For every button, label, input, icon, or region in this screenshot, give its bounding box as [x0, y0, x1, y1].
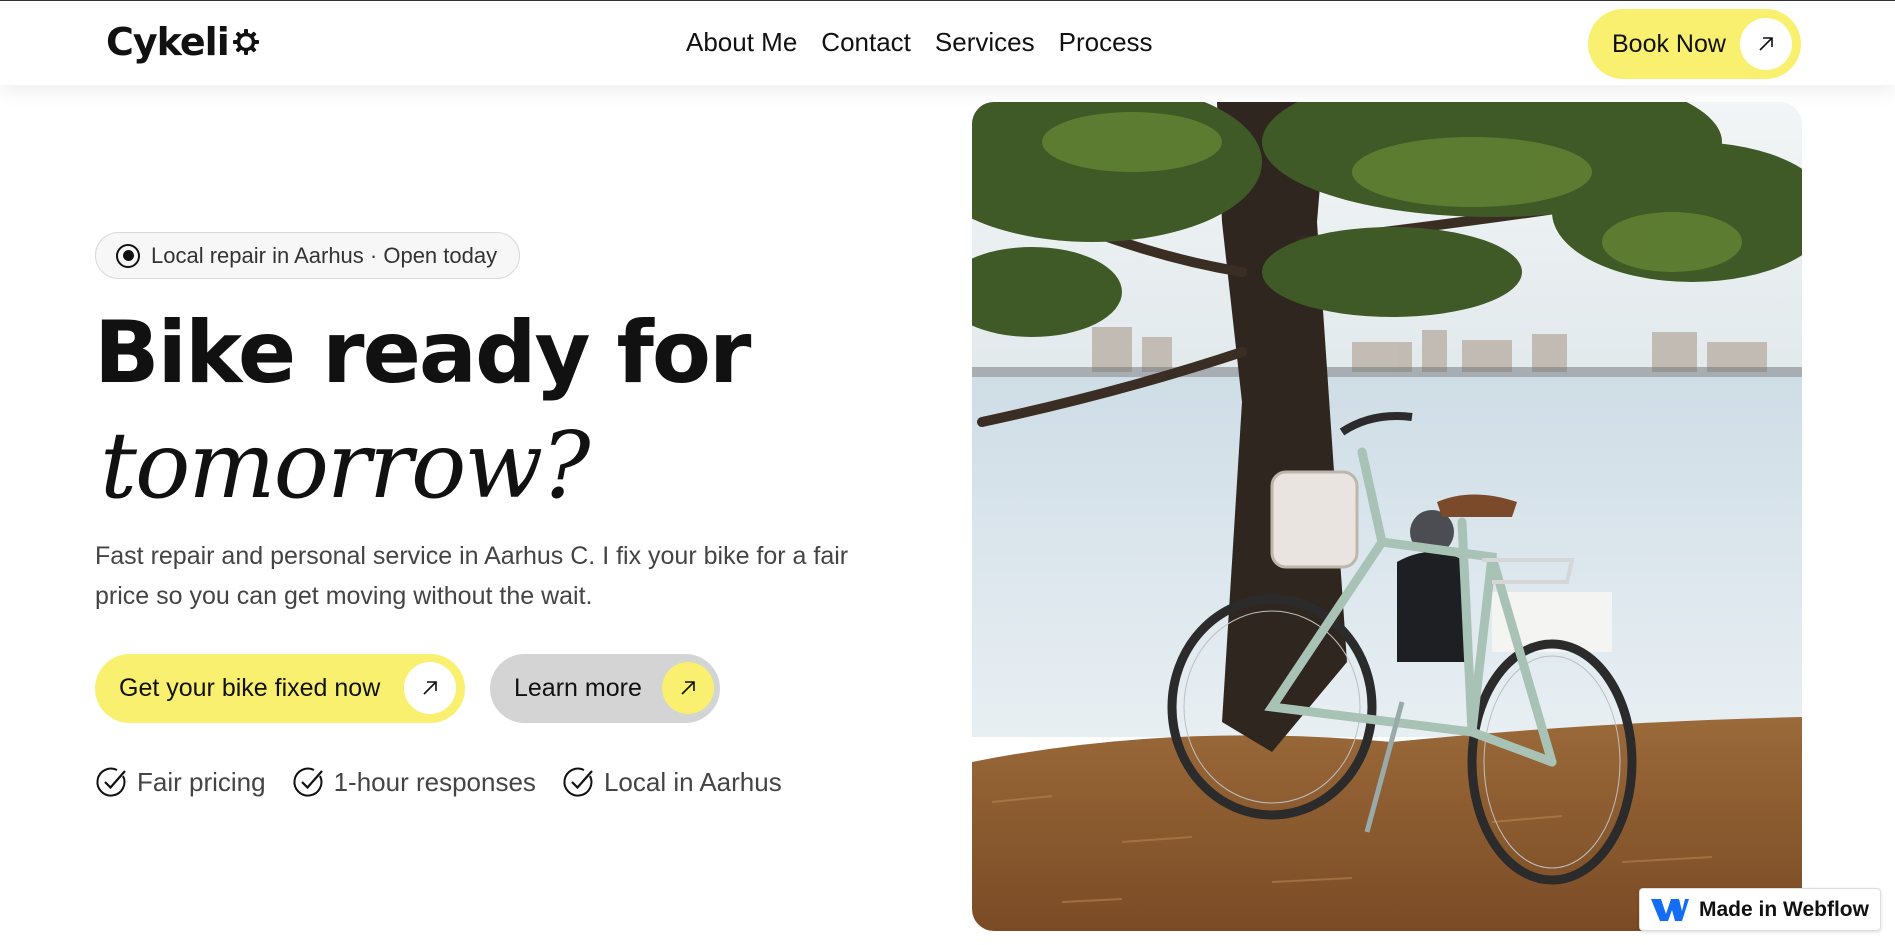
nav-contact[interactable]: Contact [821, 27, 911, 58]
learn-more-label: Learn more [514, 674, 642, 702]
feature-label: Fair pricing [137, 766, 266, 797]
webflow-logo-icon [1651, 898, 1689, 921]
feature-list: Fair pricing 1-hour responses Local in A… [95, 765, 782, 799]
main-nav: About Me Contact Services Process [686, 27, 1153, 58]
feature-label: Local in Aarhus [603, 766, 782, 797]
learn-more-button[interactable]: Learn more [490, 654, 720, 723]
made-in-webflow-badge[interactable]: Made in Webflow [1639, 888, 1881, 931]
hero-image [972, 102, 1802, 931]
hero-description: Fast repair and personal service in Aarh… [95, 542, 849, 610]
feature-label: 1-hour responses [333, 766, 536, 797]
check-circle-icon [293, 767, 323, 797]
gear-icon [232, 29, 259, 55]
arrow-up-right-icon [662, 662, 714, 714]
get-bike-fixed-label: Get your bike fixed now [119, 674, 381, 702]
logo-text: Cykeli [106, 20, 230, 64]
status-pill: Local repair in Aarhus · Open today [95, 232, 520, 279]
nav-process[interactable]: Process [1059, 27, 1153, 58]
feature-item: Local in Aarhus [562, 765, 782, 799]
nav-about-me[interactable]: About Me [686, 27, 797, 58]
logo[interactable]: Cykeli [106, 20, 260, 64]
hero-title-line1: Bike ready for [94, 303, 751, 403]
book-now-button[interactable]: Book Now [1588, 9, 1801, 79]
check-circle-icon [96, 767, 126, 797]
status-pill-text: Local repair in Aarhus · Open today [151, 242, 498, 268]
get-bike-fixed-button[interactable]: Get your bike fixed now [95, 654, 465, 723]
feature-item: 1-hour responses [292, 765, 536, 799]
feature-item: Fair pricing [95, 765, 266, 799]
hero-title-line2: tomorrow? [100, 412, 590, 519]
arrow-up-right-icon [1740, 18, 1792, 70]
nav-services[interactable]: Services [935, 27, 1035, 58]
arrow-up-right-icon [404, 662, 456, 714]
radio-icon [116, 243, 140, 268]
check-circle-icon [563, 767, 593, 797]
site-header: Cykeli About Me Contact Services Process… [0, 1, 1895, 85]
badge-label: Made in Webflow [1699, 897, 1869, 921]
book-now-label: Book Now [1612, 29, 1726, 58]
